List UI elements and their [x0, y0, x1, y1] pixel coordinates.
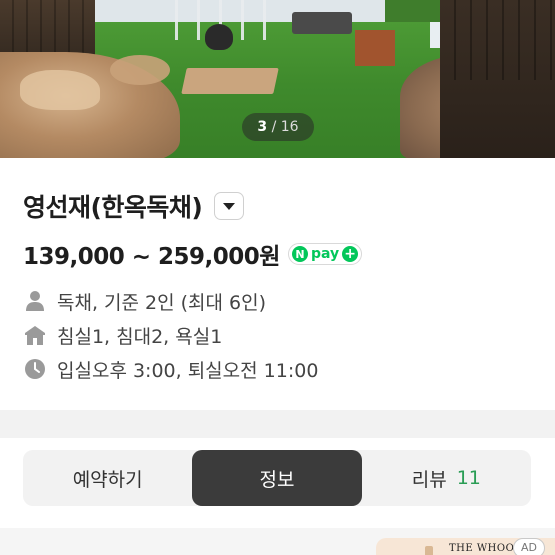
detail-guests: 독채, 기준 2인 (최대 6인) [23, 288, 266, 314]
caret-down-icon [223, 202, 236, 210]
clock-icon [23, 357, 47, 381]
tab-reviews-label: 리뷰 [411, 468, 447, 491]
npay-n-icon: N [291, 246, 308, 262]
npay-label: pay [310, 246, 340, 262]
npay-badge[interactable]: N pay + [287, 243, 363, 265]
title-dropdown-button[interactable] [214, 192, 245, 220]
detail-tabs: 예약하기 정보 리뷰 11 [23, 450, 531, 506]
tab-reserve[interactable]: 예약하기 [23, 450, 192, 506]
title-row: 영선재(한옥독채) [23, 188, 245, 224]
tab-reviews[interactable]: 리뷰 11 [362, 450, 531, 506]
photo-table [292, 12, 352, 34]
detail-time: 입실오후 3:00, 퇴실오전 11:00 [23, 356, 318, 382]
tab-info-label: 정보 [259, 468, 295, 491]
photo-stone [110, 55, 170, 85]
photo-counter-separator: / [267, 119, 281, 135]
ad-badge: AD [513, 538, 545, 555]
house-icon [23, 323, 47, 347]
detail-guests-text: 독채, 기준 2인 (최대 6인) [57, 291, 267, 314]
listing-title: 영선재(한옥독채) [23, 193, 203, 222]
photo-counter-total: 16 [280, 119, 299, 135]
ad-product-image [425, 546, 433, 555]
photo-grill [205, 24, 233, 50]
photo-stone [20, 70, 100, 110]
person-icon [23, 289, 47, 313]
photo-bench [355, 30, 395, 66]
photo-deck [181, 68, 279, 94]
price-row: 139,000 ~ 259,000원 N pay + [23, 238, 363, 270]
listing-photo[interactable]: 3 / 16 [0, 0, 555, 158]
photo-counter-current: 3 [257, 119, 268, 135]
plus-icon: + [342, 246, 359, 262]
detail-rooms-text: 침실1, 침대2, 욕실1 [57, 325, 223, 348]
tab-info[interactable]: 정보 [192, 450, 362, 506]
section-divider [0, 410, 555, 438]
ad-brand-logo: THE WHOO [449, 543, 515, 554]
photo-wall-right-texture [440, 0, 555, 80]
detail-rooms: 침실1, 침대2, 욕실1 [23, 322, 222, 348]
listing-price: 139,000 ~ 259,000원 [23, 244, 280, 270]
detail-time-text: 입실오후 3:00, 퇴실오전 11:00 [57, 359, 319, 382]
tab-reviews-count: 11 [456, 467, 481, 489]
tab-reserve-label: 예약하기 [72, 468, 143, 491]
photo-counter: 3 / 16 [242, 113, 314, 141]
